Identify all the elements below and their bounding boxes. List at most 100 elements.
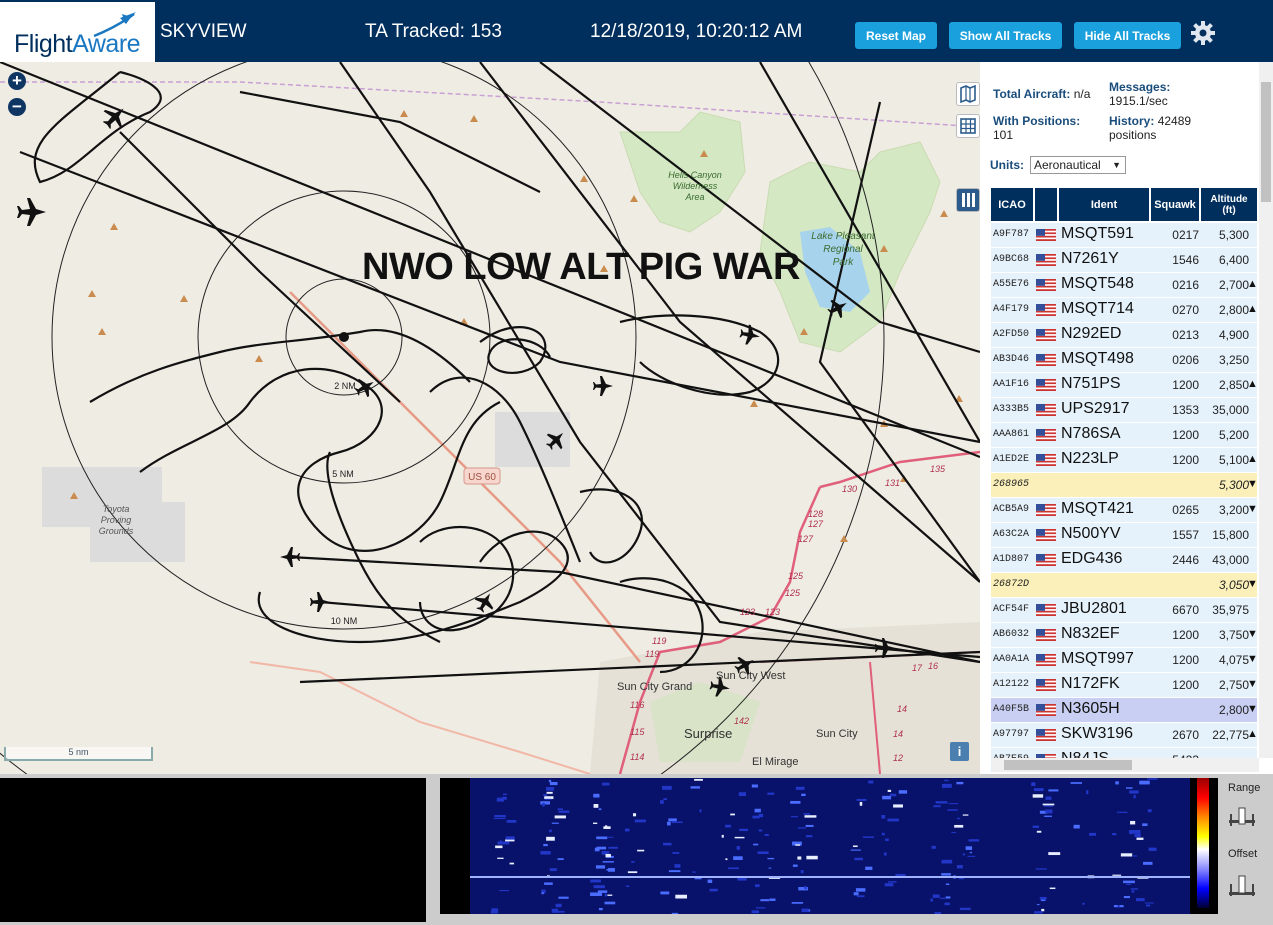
reset-map-button[interactable]: Reset Map: [855, 22, 937, 49]
squawk-cell: 1200: [1172, 653, 1199, 667]
ident-cell: MSQT997: [1061, 650, 1134, 667]
tracked-count: TA Tracked: 153: [365, 21, 502, 42]
table-row[interactable]: 26872D 3,050 ▼: [991, 573, 1258, 598]
table-row[interactable]: AB6032 N832EF 1200 3,750 ▼: [991, 623, 1258, 648]
col-header-squawk[interactable]: Squawk: [1151, 188, 1199, 221]
flightaware-logo[interactable]: FlightAware: [0, 2, 155, 62]
overlay-title: NWO LOW ALT PIG WAR: [362, 246, 800, 288]
spectrum-panel: Range Offset: [0, 774, 1273, 925]
road-num-127a: 127: [808, 519, 824, 529]
icao-cell: AAA861: [993, 429, 1030, 440]
altitude-trend-icon: ▲: [1247, 728, 1258, 740]
waterfall-spectrogram: [440, 778, 1218, 914]
table-row[interactable]: A1ED2E N223LP 1200 5,100 ▲: [991, 448, 1258, 473]
table-row[interactable]: ACF54F JBU2801 6670 35,975: [991, 598, 1257, 623]
table-row[interactable]: AB3D46 MSQT498 0206 3,250: [991, 348, 1257, 373]
table-row[interactable]: A9F787 MSQT591 0217 5,300: [991, 223, 1257, 248]
ident-cell: N832EF: [1061, 625, 1120, 642]
squawk-cell: 0206: [1172, 353, 1199, 367]
sun-city-label: Sun City: [816, 728, 858, 740]
app-title: SKYVIEW: [160, 21, 247, 42]
squawk-cell: 1200: [1172, 428, 1199, 442]
gear-icon[interactable]: [1190, 20, 1216, 46]
col-header-ident[interactable]: Ident: [1059, 188, 1149, 221]
show-all-tracks-button[interactable]: Show All Tracks: [949, 22, 1062, 49]
icao-cell: 268965: [993, 479, 1030, 490]
altitude-trend-icon: ▼: [1247, 703, 1258, 715]
altitude-cell: 3,250: [1218, 353, 1249, 367]
hells-canyon-label-2: Wilderness: [673, 181, 718, 191]
hide-all-tracks-button[interactable]: Hide All Tracks: [1074, 22, 1181, 49]
map-layers-icon[interactable]: [956, 82, 980, 106]
table-row[interactable]: AA0A1A MSQT997 1200 4,075 ▼: [991, 648, 1258, 673]
table-row[interactable]: 268965 5,300 ▼: [991, 473, 1258, 498]
table-row[interactable]: A55E76 MSQT548 0216 2,700 ▲: [991, 273, 1258, 298]
us-flag-icon: [1036, 454, 1056, 466]
messages-stat: Messages: 1915.1/sec: [1109, 80, 1170, 108]
col-header-flag[interactable]: [1035, 188, 1057, 221]
signal-view-left: [0, 778, 426, 922]
zoom-in-button[interactable]: +: [8, 72, 26, 90]
range-label: Range: [1228, 782, 1261, 794]
road-num-12: 12: [893, 753, 903, 763]
units-select[interactable]: Aeronautical ▼: [1030, 156, 1126, 174]
road: [249, 661, 591, 774]
table-row[interactable]: A97797 SKW3196 2670 22,775 ▲: [991, 723, 1258, 748]
table-row[interactable]: A12122 N172FK 1200 2,750 ▼: [991, 673, 1258, 698]
us-flag-icon: [1036, 304, 1056, 316]
offset-slider-icon[interactable]: [1228, 874, 1256, 898]
info-button[interactable]: i: [950, 742, 969, 761]
us-flag-icon: [1036, 504, 1056, 516]
table-row[interactable]: A1D807 EDG436 2446 43,000: [991, 548, 1257, 573]
altitude-cell: 22,775: [1212, 728, 1249, 742]
vertical-scrollbar[interactable]: [1259, 62, 1273, 758]
us-flag-icon: [1036, 429, 1056, 441]
table-row[interactable]: AA1F16 N751PS 1200 2,850 ▲: [991, 373, 1258, 398]
altitude-cell: 5,200: [1218, 428, 1249, 442]
table-row[interactable]: A333B5 UPS2917 1353 35,000: [991, 398, 1257, 423]
chevron-down-icon: ▼: [1112, 160, 1121, 170]
flight-tracks: [0, 62, 980, 684]
offset-label: Offset: [1228, 848, 1258, 860]
column-toggle-icon[interactable]: [956, 188, 980, 212]
ident-cell: SKW3196: [1061, 725, 1134, 742]
table-row[interactable]: A63C2A N500YV 1557 15,800: [991, 523, 1257, 548]
table-row[interactable]: A40F5B N3605H 2,800 ▼: [991, 698, 1258, 723]
road-num-17: 17: [912, 663, 923, 673]
col-header-altitude[interactable]: Altitude (ft): [1201, 188, 1257, 221]
horizontal-scrollbar[interactable]: [992, 758, 1259, 772]
grid-toggle-icon[interactable]: [956, 114, 980, 138]
table-row[interactable]: A4F179 MSQT714 0270 2,800 ▲: [991, 298, 1258, 323]
col-header-icao[interactable]: ICAO: [991, 188, 1033, 221]
total-aircraft-label: Total Aircraft:: [993, 87, 1071, 101]
altitude-trend-icon: ▼: [1247, 653, 1258, 665]
us-flag-icon: [1036, 279, 1056, 291]
table-row[interactable]: AAA861 N786SA 1200 5,200: [991, 423, 1257, 448]
horizontal-scroll-thumb[interactable]: [1004, 760, 1132, 770]
ident-cell: N751PS: [1061, 375, 1121, 392]
aircraft-icons: [17, 108, 895, 697]
table-row[interactable]: A9BC68 N7261Y 1546 6,400: [991, 248, 1257, 273]
table-row[interactable]: A2FD50 N292ED 0213 4,900: [991, 323, 1257, 348]
altitude-trend-icon: ▼: [1247, 503, 1258, 515]
icao-cell: AB6032: [993, 629, 1030, 640]
ring-2nm-label: 2 NM: [334, 381, 356, 391]
vertical-scroll-thumb[interactable]: [1261, 82, 1271, 202]
total-aircraft-stat: Total Aircraft: n/a: [993, 87, 1090, 101]
history-stat: History: 42489 positions: [1109, 114, 1191, 142]
hells-canyon-label-3: Area: [684, 192, 704, 202]
squawk-cell: 0270: [1172, 303, 1199, 317]
range-slider-icon[interactable]: [1228, 806, 1256, 830]
squawk-cell: 1353: [1172, 403, 1199, 417]
us-flag-icon: [1036, 704, 1056, 716]
icao-cell: A2FD50: [993, 329, 1030, 340]
us-flag-icon: [1036, 404, 1056, 416]
ident-cell: N223LP: [1061, 450, 1119, 467]
table-row[interactable]: ACB5A9 MSQT421 0265 3,200 ▼: [991, 498, 1258, 523]
zoom-out-button[interactable]: −: [8, 98, 26, 116]
ident-cell: MSQT421: [1061, 500, 1134, 517]
map-view[interactable]: Hells Canyon Wilderness Area Lake Pleasa…: [0, 62, 980, 774]
icao-cell: A1ED2E: [993, 454, 1030, 465]
altitude-cell: 2,800: [1218, 703, 1249, 717]
icao-cell: A4F179: [993, 304, 1030, 315]
